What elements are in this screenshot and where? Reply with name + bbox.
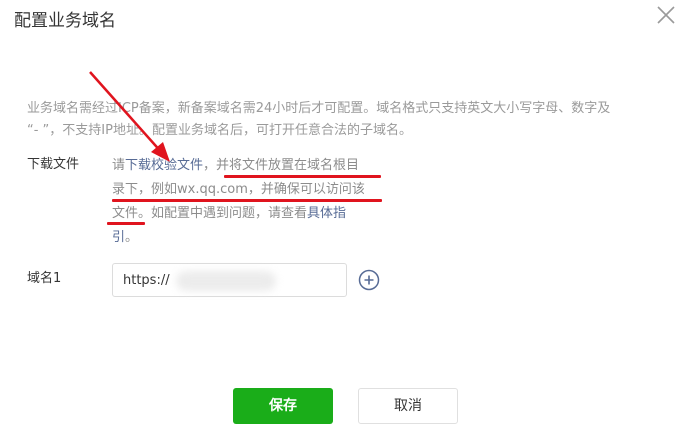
dialog-title: 配置业务域名 [14,11,116,31]
https-prefix: https:// [123,273,170,288]
annotation-underline [112,199,382,202]
download-file-label: 下载文件 [27,157,80,172]
download-line-4: 引。 [112,230,139,245]
configure-domain-dialog: 配置业务域名 业务域名需经过ICP备案，新备案域名需24小时后才可配置。域名格式… [0,0,699,429]
redacted-domain [176,271,276,291]
dialog-description: 业务域名需经过ICP备案，新备案域名需24小时后才可配置。域名格式只支持英文大小… [27,98,667,142]
cancel-button[interactable]: 取消 [358,388,458,424]
save-button[interactable]: 保存 [233,388,333,424]
guide-link[interactable]: 具体指 [307,206,346,221]
download-line-3: 文件。如配置中遇到问题，请查看具体指 [112,206,347,221]
download-verification-file-link[interactable]: 下载校验文件 [125,158,203,173]
download-instructions: 请下载校验文件，并将文件放置在域名根目 录下，例如wx.qq.com，并确保可以… [112,154,402,250]
annotation-underline [224,175,381,178]
add-domain-icon[interactable] [358,269,380,291]
description-line-2: “- ”，不支持IP地址。配置业务域名后，可打开任意合法的子域名。 [27,123,412,138]
annotation-underline [107,222,145,225]
guide-link-continued[interactable]: 引 [112,230,125,245]
close-icon[interactable] [656,5,676,25]
domain-1-label: 域名1 [27,271,62,286]
description-line-1: 业务域名需经过ICP备案，新备案域名需24小时后才可配置。域名格式只支持英文大小… [27,101,611,116]
